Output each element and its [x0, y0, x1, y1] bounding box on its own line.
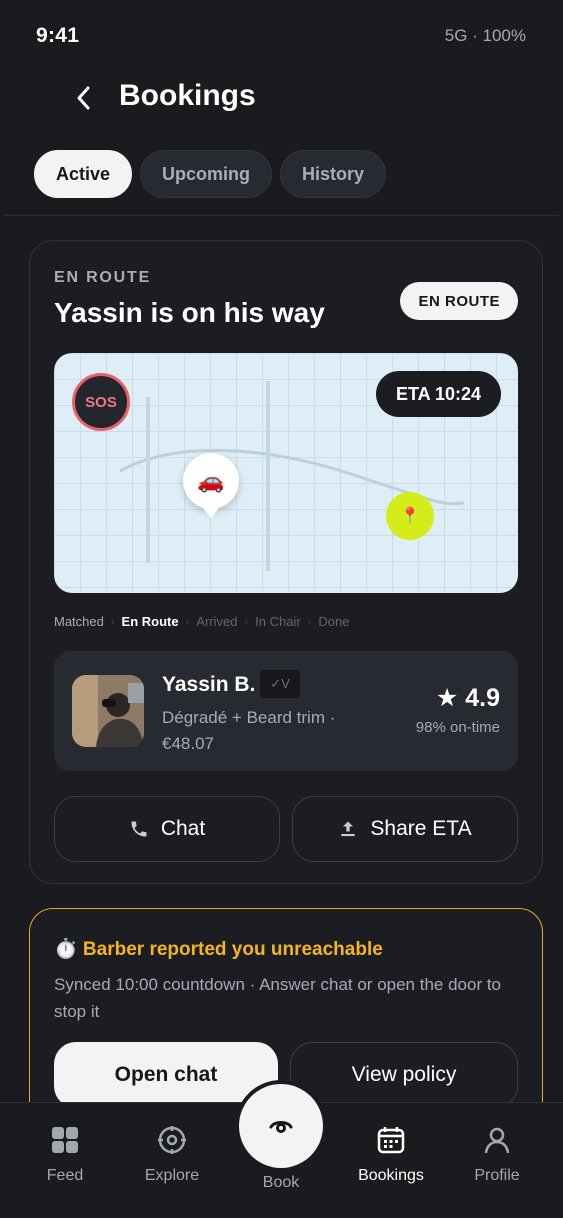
nav-bookings[interactable]: Bookings	[346, 1125, 436, 1185]
user-icon	[484, 1127, 510, 1154]
progress-step-en-route: En Route	[121, 614, 179, 629]
grid-icon	[52, 1127, 78, 1153]
compass-icon	[158, 1126, 186, 1154]
booking-eyebrow: EN ROUTE	[54, 269, 152, 286]
on-time-rate: 98% on-time	[415, 719, 500, 736]
progress-separator: ›	[110, 615, 115, 628]
chat-button-label: Chat	[160, 817, 206, 840]
header: Bookings	[0, 72, 563, 128]
progress-step-done: Done	[318, 614, 350, 629]
tab-active[interactable]: Active	[34, 150, 133, 198]
nav-feed[interactable]: Feed	[20, 1125, 110, 1185]
map-pin-icon: 📍	[400, 508, 420, 525]
phone-icon	[131, 821, 147, 837]
alert-description: Synced 10:00 countdown · Answer chat or …	[54, 975, 502, 1021]
progress-separator: ›	[185, 615, 190, 628]
share-upload-icon	[341, 821, 356, 837]
alert-title: ⏱️ Barber reported you unreachable	[54, 939, 383, 960]
tab-upcoming[interactable]: Upcoming	[140, 150, 273, 198]
header-divider	[4, 215, 559, 216]
status-bar: 9:41 5G · 100%	[0, 0, 563, 72]
nav-bookings-label: Bookings	[358, 1167, 424, 1184]
page-title: Bookings	[119, 79, 256, 112]
barber-name: Yassin B.	[162, 673, 256, 696]
service-and-price: Dégradé + Beard trim · €48.07	[162, 708, 336, 753]
progress-step-matched: Matched	[54, 614, 104, 629]
progress-step-arrived: Arrived	[196, 614, 238, 629]
booking-progress: Matched › En Route › Arrived › In Chair …	[54, 614, 349, 629]
progress-separator: ›	[307, 615, 312, 628]
share-eta-label: Share ETA	[370, 817, 472, 840]
destination-pin: 📍	[386, 492, 434, 540]
status-time: 9:41	[36, 24, 80, 47]
nav-explore-label: Explore	[144, 1167, 200, 1184]
share-eta-button[interactable]: Share ETA	[292, 796, 518, 862]
eye-icon	[269, 1121, 293, 1133]
open-chat-button[interactable]: Open chat	[54, 1042, 278, 1108]
barber-rating: ★ 4.9	[435, 684, 500, 712]
verified-badge: ✓V	[260, 670, 300, 698]
car-icon: 🚗	[197, 468, 225, 493]
barber-avatar	[72, 675, 144, 747]
tab-history[interactable]: History	[280, 150, 387, 198]
book-fab-button[interactable]	[239, 1084, 323, 1168]
progress-step-in-chair: In Chair	[255, 614, 301, 629]
booking-title: Yassin is on his way	[54, 297, 325, 328]
nav-feed-label: Feed	[46, 1167, 84, 1184]
status-network-battery: 5G · 100%	[444, 26, 526, 45]
back-button[interactable]	[66, 78, 102, 118]
booking-tabs: Active Upcoming History	[34, 150, 387, 198]
calendar-icon	[377, 1127, 405, 1154]
nav-profile-label: Profile	[474, 1167, 520, 1184]
view-policy-button[interactable]: View policy	[290, 1042, 518, 1108]
status-badge: EN ROUTE	[400, 282, 518, 320]
live-map[interactable]: SOS ETA 10:24 🚗 📍	[54, 353, 518, 593]
barber-card[interactable]: Yassin B. ✓V Dégradé + Beard trim · €48.…	[54, 651, 518, 771]
progress-separator: ›	[244, 615, 249, 628]
active-booking-card: EN ROUTE Yassin is on his way EN ROUTE S…	[29, 240, 543, 884]
avatar-photo	[72, 675, 144, 747]
nav-book-label: Book	[262, 1174, 300, 1191]
sos-button[interactable]: SOS	[72, 373, 130, 431]
eta-badge: ETA 10:24	[375, 371, 501, 417]
nav-profile[interactable]: Profile	[452, 1125, 542, 1185]
chevron-left-icon	[77, 86, 90, 110]
barber-location-pin: 🚗	[183, 453, 239, 518]
chat-button[interactable]: Chat	[54, 796, 280, 862]
nav-explore[interactable]: Explore	[127, 1125, 217, 1185]
